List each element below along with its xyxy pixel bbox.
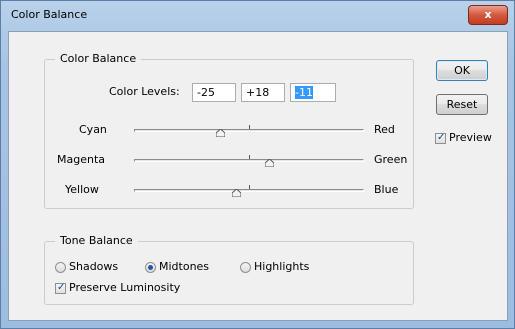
green-label: Green [374,153,408,166]
red-label: Red [374,123,395,136]
highlights-label[interactable]: Highlights [254,260,309,273]
tone-balance-group-label: Tone Balance [55,234,138,247]
window-title: Color Balance [11,8,88,21]
blue-label: Blue [374,183,399,196]
yellow-blue-slider-thumb[interactable] [231,189,241,197]
tone-balance-group: Tone Balance [44,234,414,305]
preview-checkbox[interactable]: ✓ [435,132,446,144]
cyan-red-slider-thumb[interactable] [215,129,225,137]
yellow-blue-level-input[interactable]: -11 [290,83,336,102]
reset-button[interactable]: Reset [436,94,488,115]
magenta-green-level-input[interactable]: +18 [241,83,285,102]
ok-button[interactable]: OK [436,60,488,81]
preserve-luminosity-checkbox[interactable]: ✓ [55,282,66,294]
magenta-green-slider-thumb[interactable] [265,159,275,167]
title-bar[interactable]: Color Balance x [1,1,514,31]
midtones-selected-dot [148,265,153,270]
cyan-red-level-input[interactable]: -25 [192,83,236,102]
cyan-label: Cyan [79,123,107,136]
yellow-blue-track[interactable] [134,189,364,192]
close-button[interactable]: x [468,5,508,25]
magenta-green-center-tick [249,155,250,159]
shadows-radio[interactable] [55,262,66,273]
preserve-luminosity-label[interactable]: Preserve Luminosity [69,281,180,294]
color-levels-label: Color Levels: [109,85,180,98]
magenta-label: Magenta [57,153,106,166]
midtones-radio[interactable] [145,262,156,273]
color-balance-dialog: Color Balance x Color Balance Color Leve… [0,0,515,329]
checkmark-icon: ✓ [57,282,66,293]
yellow-label: Yellow [65,183,99,196]
preview-label[interactable]: Preview [449,131,492,144]
yellow-blue-center-tick [249,185,250,189]
cyan-red-center-tick [249,125,250,129]
checkmark-icon: ✓ [437,132,446,143]
shadows-label[interactable]: Shadows [69,260,118,273]
dialog-client-area: Color Balance Color Levels: -25 +18 -11 … [8,31,508,321]
highlights-radio[interactable] [240,262,251,273]
close-icon: x [484,8,492,21]
magenta-green-track[interactable] [134,159,364,162]
midtones-label[interactable]: Midtones [159,260,209,273]
color-balance-group-label: Color Balance [55,52,142,65]
cyan-red-track[interactable] [134,129,364,132]
